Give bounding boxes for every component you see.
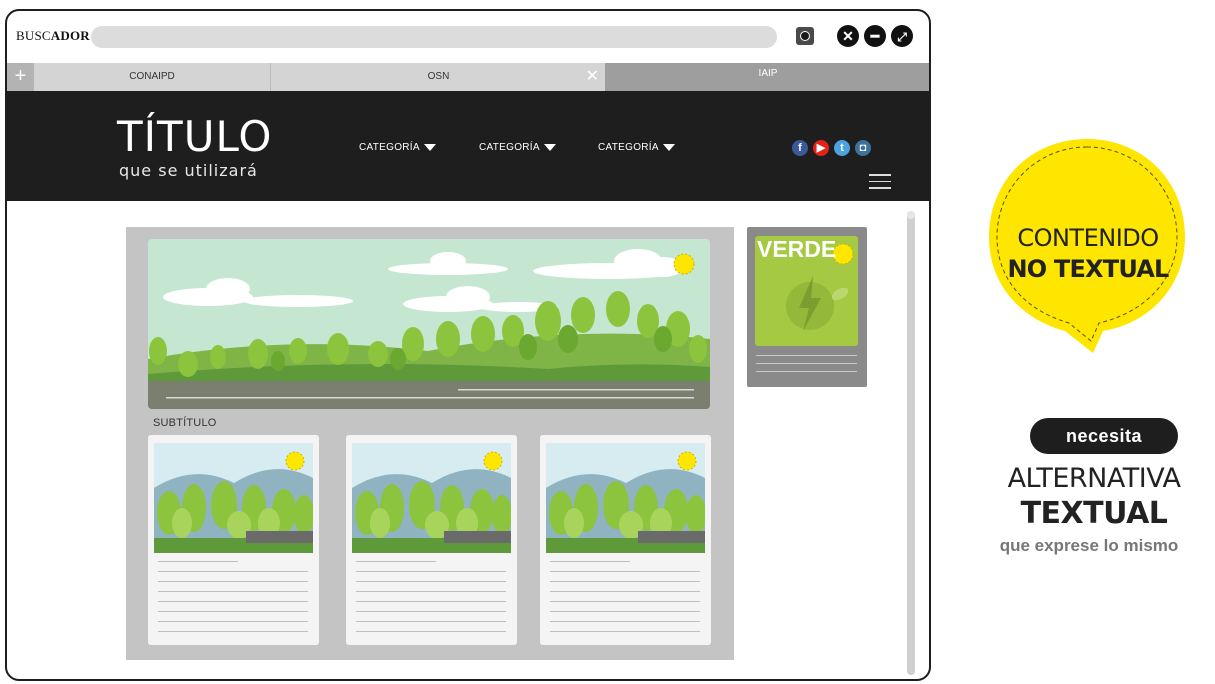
minus-icon: ━ [870,28,880,44]
close-tab-icon[interactable]: ✕ [586,63,599,91]
tab-label: OSN [427,71,450,82]
callout-line-3: ALTERNATIVA [1007,463,1181,494]
tab-osn[interactable]: OSN ✕ [272,63,605,91]
tab-label: IAIP [758,68,778,79]
hamburger-menu-icon[interactable] [869,174,891,190]
callout-line-1: CONTENIDO [1017,224,1159,252]
text-line [550,571,700,572]
nav-label: CATEGORÍA [479,142,540,153]
facebook-icon[interactable]: f [792,140,808,156]
callout-line-5: que exprese lo mismo [999,536,1179,555]
section-subtitle: SUBTÍTULO [153,417,217,429]
search-label-bold: ADOR [50,28,90,43]
text-line [158,571,308,572]
card-landscape-image[interactable] [154,443,313,553]
scroll-up-arrow[interactable] [907,211,915,219]
text-line [550,631,700,632]
nav-label: CATEGORÍA [359,142,420,153]
hero-landscape-image[interactable] [148,239,710,409]
content-card[interactable] [540,435,711,645]
text-line [550,601,700,602]
text-line [550,621,700,622]
download-icon[interactable] [796,27,814,45]
twitter-icon[interactable]: t [834,140,850,156]
text-line [356,621,506,622]
ad-image[interactable]: VERDE [755,236,858,346]
text-line [356,591,506,592]
callout-line-4: TEXTUAL [1020,496,1168,531]
browser-toolbar: BUSCADOR ✕ ━ ⤢ [7,11,929,63]
caret-down-icon [543,143,556,151]
content-card[interactable] [148,435,319,645]
content-card[interactable] [346,435,517,645]
text-line [158,601,308,602]
text-line [158,631,308,632]
card-landscape-image[interactable] [546,443,705,553]
nav-label: CATEGORÍA [598,142,659,153]
tab-label: CONAIPD [129,71,175,82]
tab-bar: + CONAIPD OSN ✕ IAIP [7,63,929,91]
callout-line-2: NO TEXTUAL [1007,255,1169,283]
text-line [356,581,506,582]
close-window-button[interactable]: ✕ [837,25,859,47]
text-line [158,591,308,592]
vertical-scrollbar[interactable] [907,211,915,675]
text-line [550,581,700,582]
new-tab-button[interactable]: + [7,63,34,91]
ad-title: VERDE [757,236,837,262]
search-label: BUSCADOR [16,28,90,44]
plus-icon: + [14,65,27,87]
browser-window: BUSCADOR ✕ ━ ⤢ + CONAIPD OSN ✕ IAIP TÍTUL… [5,9,931,681]
text-line [356,631,506,632]
sidebar-ad-banner[interactable]: VERDE [747,227,867,387]
tab-conaipd[interactable]: CONAIPD [34,63,271,91]
text-line [158,621,308,622]
site-title[interactable]: TÍTULO [117,115,272,159]
card-landscape-image[interactable] [352,443,511,553]
tab-iaip[interactable]: IAIP [605,63,929,91]
text-line [756,355,857,356]
text-line [356,561,436,562]
nav-category-1[interactable]: CATEGORÍA [359,142,436,153]
necesita-pill: necesita [1030,418,1178,454]
x-icon: ✕ [842,28,854,44]
caret-down-icon [423,143,436,151]
nav-category-3[interactable]: CATEGORÍA [598,142,675,153]
text-line [356,611,506,612]
instagram-icon[interactable]: ◘ [855,140,871,156]
text-line [356,571,506,572]
nav-category-2[interactable]: CATEGORÍA [479,142,556,153]
main-content: SUBTÍTULO [126,227,734,660]
search-label-prefix: BUSC [16,28,51,43]
text-line [756,371,857,372]
search-input[interactable] [91,26,777,48]
text-line [158,611,308,612]
text-line [356,601,506,602]
site-subtitle: que se utilizará [119,161,258,180]
expand-icon: ⤢ [897,30,907,44]
site-header: TÍTULO que se utilizará CATEGORÍA CATEGO… [7,91,929,201]
text-line [550,561,630,562]
text-line [158,581,308,582]
text-line [756,363,857,364]
maximize-window-button[interactable]: ⤢ [891,25,913,47]
text-line [550,591,700,592]
text-line [550,611,700,612]
minimize-window-button[interactable]: ━ [864,25,886,47]
caret-down-icon [662,143,675,151]
youtube-icon[interactable]: ▶ [813,140,829,156]
text-line [158,561,238,562]
